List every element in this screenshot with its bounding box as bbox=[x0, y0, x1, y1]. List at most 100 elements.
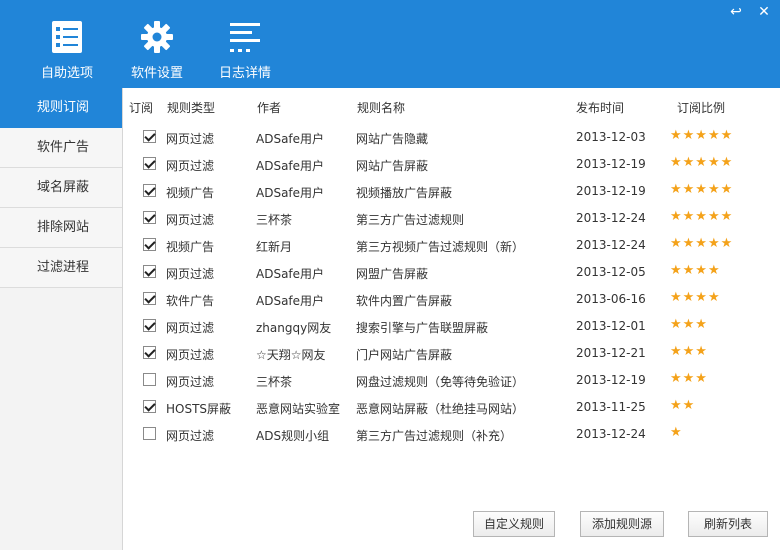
rule-name: 网站广告屏蔽 bbox=[356, 159, 429, 173]
rating-stars: ★★★ bbox=[670, 317, 708, 332]
col-header-type[interactable]: 规则类型 bbox=[167, 99, 215, 116]
sidebar-item-exclude-sites[interactable]: 排除网站 bbox=[0, 208, 122, 248]
rule-date: 2013-06-16 bbox=[576, 292, 646, 306]
refresh-list-button[interactable]: 刷新列表 bbox=[688, 511, 768, 537]
table-row[interactable]: 网页过滤 zhangqy网友 搜索引擎与广告联盟屏蔽 2013-12-01 ★★… bbox=[123, 313, 780, 340]
rule-type: 网页过滤 bbox=[166, 213, 215, 227]
table-row[interactable]: 网页过滤 ADSafe用户 网站广告隐藏 2013-12-03 ★★★★★ bbox=[123, 124, 780, 151]
rule-date: 2013-12-19 bbox=[576, 373, 646, 387]
subscribe-checkbox[interactable] bbox=[143, 157, 156, 170]
rating-stars: ★★★★★ bbox=[670, 155, 734, 170]
rule-date: 2013-11-25 bbox=[576, 400, 646, 414]
col-header-name[interactable]: 规则名称 bbox=[357, 99, 405, 116]
restore-icon[interactable]: ↩ bbox=[728, 4, 744, 20]
rating-stars: ★★★ bbox=[670, 371, 708, 386]
rating-stars: ★★★★★ bbox=[670, 236, 734, 251]
rule-type: 软件广告 bbox=[166, 294, 215, 308]
col-header-ratio[interactable]: 订阅比例 bbox=[677, 99, 725, 116]
table-row[interactable]: 网页过滤 三杯茶 网盘过滤规则（免等待免验证） 2013-12-19 ★★★ bbox=[123, 367, 780, 394]
subscribe-checkbox[interactable] bbox=[143, 373, 156, 386]
table-row[interactable]: 网页过滤 ADSafe用户 网盟广告屏蔽 2013-12-05 ★★★★ bbox=[123, 259, 780, 286]
subscribe-checkbox[interactable] bbox=[143, 265, 156, 278]
subscribe-checkbox[interactable] bbox=[143, 292, 156, 305]
rating-stars: ★ bbox=[670, 425, 683, 440]
subscribe-checkbox[interactable] bbox=[143, 319, 156, 332]
rating-stars: ★★★★ bbox=[670, 290, 721, 305]
rule-date: 2013-12-05 bbox=[576, 265, 646, 279]
rating-stars: ★★★★★ bbox=[670, 128, 734, 143]
rule-name: 第三方视频广告过滤规则（新） bbox=[356, 240, 525, 254]
rule-author: ADSafe用户 bbox=[256, 294, 325, 308]
sidebar-item-domain-block[interactable]: 域名屏蔽 bbox=[0, 168, 122, 208]
rule-author: ADSafe用户 bbox=[256, 267, 325, 281]
toolbar-settings[interactable]: 软件设置 bbox=[117, 20, 197, 81]
rule-author: ADSafe用户 bbox=[256, 132, 325, 146]
add-rule-source-button[interactable]: 添加规则源 bbox=[580, 511, 664, 537]
rule-date: 2013-12-19 bbox=[576, 157, 646, 171]
gear-icon bbox=[141, 21, 173, 53]
subscribe-checkbox[interactable] bbox=[143, 184, 156, 197]
subscribe-checkbox[interactable] bbox=[143, 130, 156, 143]
col-header-subscribe[interactable]: 订阅 bbox=[129, 99, 153, 116]
table-row[interactable]: HOSTS屏蔽 恶意网站实验室 恶意网站屏蔽（杜绝挂马网站） 2013-11-2… bbox=[123, 394, 780, 421]
rule-date: 2013-12-24 bbox=[576, 427, 646, 441]
table-row[interactable]: 网页过滤 ADSafe用户 网站广告屏蔽 2013-12-19 ★★★★★ bbox=[123, 151, 780, 178]
rating-stars: ★★★★★ bbox=[670, 182, 734, 197]
toolbar-settings-label: 软件设置 bbox=[130, 66, 183, 81]
toolbar-self-help-label: 自助选项 bbox=[40, 66, 93, 81]
rule-type: 网页过滤 bbox=[166, 321, 215, 335]
rule-author: ADS规则小组 bbox=[256, 429, 330, 443]
rule-name: 门户网站广告屏蔽 bbox=[356, 348, 453, 362]
sidebar-item-filter-process[interactable]: 过滤进程 bbox=[0, 248, 122, 288]
rule-name: 网站广告隐藏 bbox=[356, 132, 429, 146]
rating-stars: ★★★ bbox=[670, 344, 708, 359]
subscribe-checkbox[interactable] bbox=[143, 211, 156, 224]
rule-type: 网页过滤 bbox=[166, 375, 215, 389]
rule-type: 网页过滤 bbox=[166, 429, 215, 443]
toolbar-log-label: 日志详情 bbox=[218, 66, 271, 81]
rule-name: 第三方广告过滤规则（补充） bbox=[356, 429, 513, 443]
rule-name: 软件内置广告屏蔽 bbox=[356, 294, 453, 308]
rule-author: 恶意网站实验室 bbox=[256, 402, 341, 416]
rule-author: ADSafe用户 bbox=[256, 159, 325, 173]
rule-date: 2013-12-24 bbox=[576, 211, 646, 225]
col-header-author[interactable]: 作者 bbox=[257, 99, 281, 116]
rating-stars: ★★★★★ bbox=[670, 209, 734, 224]
subscribe-checkbox[interactable] bbox=[143, 427, 156, 440]
rule-type: 网页过滤 bbox=[166, 132, 215, 146]
table-row[interactable]: 网页过滤 ADS规则小组 第三方广告过滤规则（补充） 2013-12-24 ★ bbox=[123, 421, 780, 448]
table-row[interactable]: 视频广告 红新月 第三方视频广告过滤规则（新） 2013-12-24 ★★★★★ bbox=[123, 232, 780, 259]
sidebar-item-rule-subscription[interactable]: 规则订阅 bbox=[0, 88, 122, 128]
checklist-icon bbox=[52, 21, 82, 53]
rule-type: 视频广告 bbox=[166, 186, 215, 200]
subscribe-checkbox[interactable] bbox=[143, 346, 156, 359]
rule-author: 三杯茶 bbox=[256, 213, 293, 227]
rule-type: 视频广告 bbox=[166, 240, 215, 254]
col-header-date[interactable]: 发布时间 bbox=[576, 99, 624, 116]
log-list-icon bbox=[230, 23, 260, 52]
table-row[interactable]: 软件广告 ADSafe用户 软件内置广告屏蔽 2013-06-16 ★★★★ bbox=[123, 286, 780, 313]
rule-date: 2013-12-03 bbox=[576, 130, 646, 144]
subscribe-checkbox[interactable] bbox=[143, 400, 156, 413]
table-row[interactable]: 视频广告 ADSafe用户 视频播放广告屏蔽 2013-12-19 ★★★★★ bbox=[123, 178, 780, 205]
rule-name: 视频播放广告屏蔽 bbox=[356, 186, 453, 200]
rule-date: 2013-12-21 bbox=[576, 346, 646, 360]
rating-stars: ★★★★ bbox=[670, 263, 721, 278]
rule-date: 2013-12-01 bbox=[576, 319, 646, 333]
table-row[interactable]: 网页过滤 ☆天翔☆网友 门户网站广告屏蔽 2013-12-21 ★★★ bbox=[123, 340, 780, 367]
rule-author: 红新月 bbox=[256, 240, 293, 254]
sidebar-item-software-ads[interactable]: 软件广告 bbox=[0, 128, 122, 168]
toolbar-self-help[interactable]: 自助选项 bbox=[27, 20, 107, 81]
rating-stars: ★★ bbox=[670, 398, 696, 413]
close-icon[interactable]: ✕ bbox=[756, 4, 772, 20]
rule-author: 三杯茶 bbox=[256, 375, 293, 389]
rule-name: 第三方广告过滤规则 bbox=[356, 213, 465, 227]
table-row[interactable]: 网页过滤 三杯茶 第三方广告过滤规则 2013-12-24 ★★★★★ bbox=[123, 205, 780, 232]
rule-type: HOSTS屏蔽 bbox=[166, 402, 232, 416]
rule-name: 恶意网站屏蔽（杜绝挂马网站） bbox=[356, 402, 525, 416]
custom-rules-button[interactable]: 自定义规则 bbox=[473, 511, 555, 537]
toolbar-log[interactable]: 日志详情 bbox=[205, 20, 285, 81]
header-bar: ↩ ✕ 自助选项 软件设置 日志详情 bbox=[0, 0, 780, 88]
rule-type: 网页过滤 bbox=[166, 267, 215, 281]
subscribe-checkbox[interactable] bbox=[143, 238, 156, 251]
